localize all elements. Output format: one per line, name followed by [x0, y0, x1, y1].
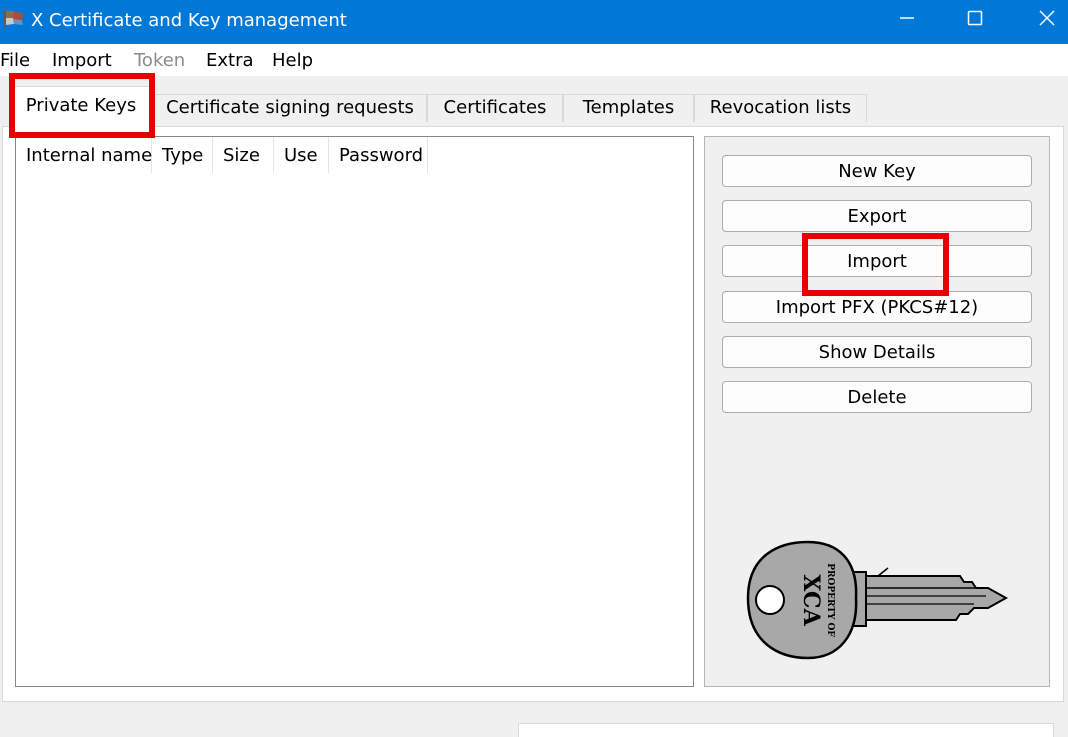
new-key-button[interactable]: New Key — [722, 155, 1032, 187]
column-header-use[interactable]: Use — [274, 137, 329, 173]
column-header-label: Use — [284, 145, 318, 166]
menu-token[interactable]: Token — [134, 49, 185, 73]
list-header: ^ Internal name Type Size Use Password — [16, 135, 428, 173]
menu-help[interactable]: Help — [272, 49, 313, 73]
minimize-button[interactable] — [872, 0, 942, 40]
tab-certificate-signing-requests[interactable]: Certificate signing requests — [153, 94, 427, 122]
menu-file[interactable]: File — [0, 49, 30, 73]
column-header-label: Type — [162, 145, 204, 166]
tab-certificates[interactable]: Certificates — [427, 94, 563, 122]
highlight-box-tab — [9, 73, 155, 138]
column-header-type[interactable]: Type — [152, 137, 213, 173]
menu-import[interactable]: Import — [52, 49, 112, 73]
status-field — [518, 723, 1054, 737]
column-header-password[interactable]: Password — [329, 137, 428, 173]
menu-extra[interactable]: Extra — [206, 49, 254, 73]
delete-button[interactable]: Delete — [722, 381, 1032, 413]
app-flag-icon — [2, 8, 26, 30]
key-icon: PROPERTY OF XCA — [738, 538, 1010, 664]
close-button[interactable] — [1012, 0, 1068, 40]
close-icon — [1039, 10, 1055, 30]
key-label-line2: XCA — [798, 574, 824, 626]
column-header-label: Password — [339, 145, 424, 166]
tab-templates[interactable]: Templates — [563, 94, 694, 122]
maximize-icon — [967, 10, 983, 30]
column-header-internal-name[interactable]: ^ Internal name — [16, 135, 153, 173]
status-bar — [0, 703, 1068, 737]
highlight-box-import — [802, 233, 949, 296]
window-title: X Certificate and Key management — [31, 10, 347, 31]
export-button[interactable]: Export — [722, 200, 1032, 232]
column-header-label: Internal name — [26, 145, 153, 166]
column-header-size[interactable]: Size — [213, 137, 274, 173]
tab-bar: Private Keys Certificate signing request… — [0, 76, 1068, 128]
show-details-button[interactable]: Show Details — [722, 336, 1032, 368]
key-label-line1: PROPERTY OF — [825, 563, 835, 637]
tab-revocation-lists[interactable]: Revocation lists — [694, 94, 867, 122]
private-keys-list[interactable]: ^ Internal name Type Size Use Password — [15, 135, 694, 687]
minimize-icon — [899, 10, 915, 30]
maximize-button[interactable] — [940, 0, 1010, 40]
main-window: X Certificate and Key management File Im… — [0, 0, 1068, 737]
column-header-label: Size — [223, 145, 260, 166]
menu-bar: File Import Token Extra Help — [0, 44, 1068, 76]
title-bar[interactable]: X Certificate and Key management — [0, 0, 1068, 44]
